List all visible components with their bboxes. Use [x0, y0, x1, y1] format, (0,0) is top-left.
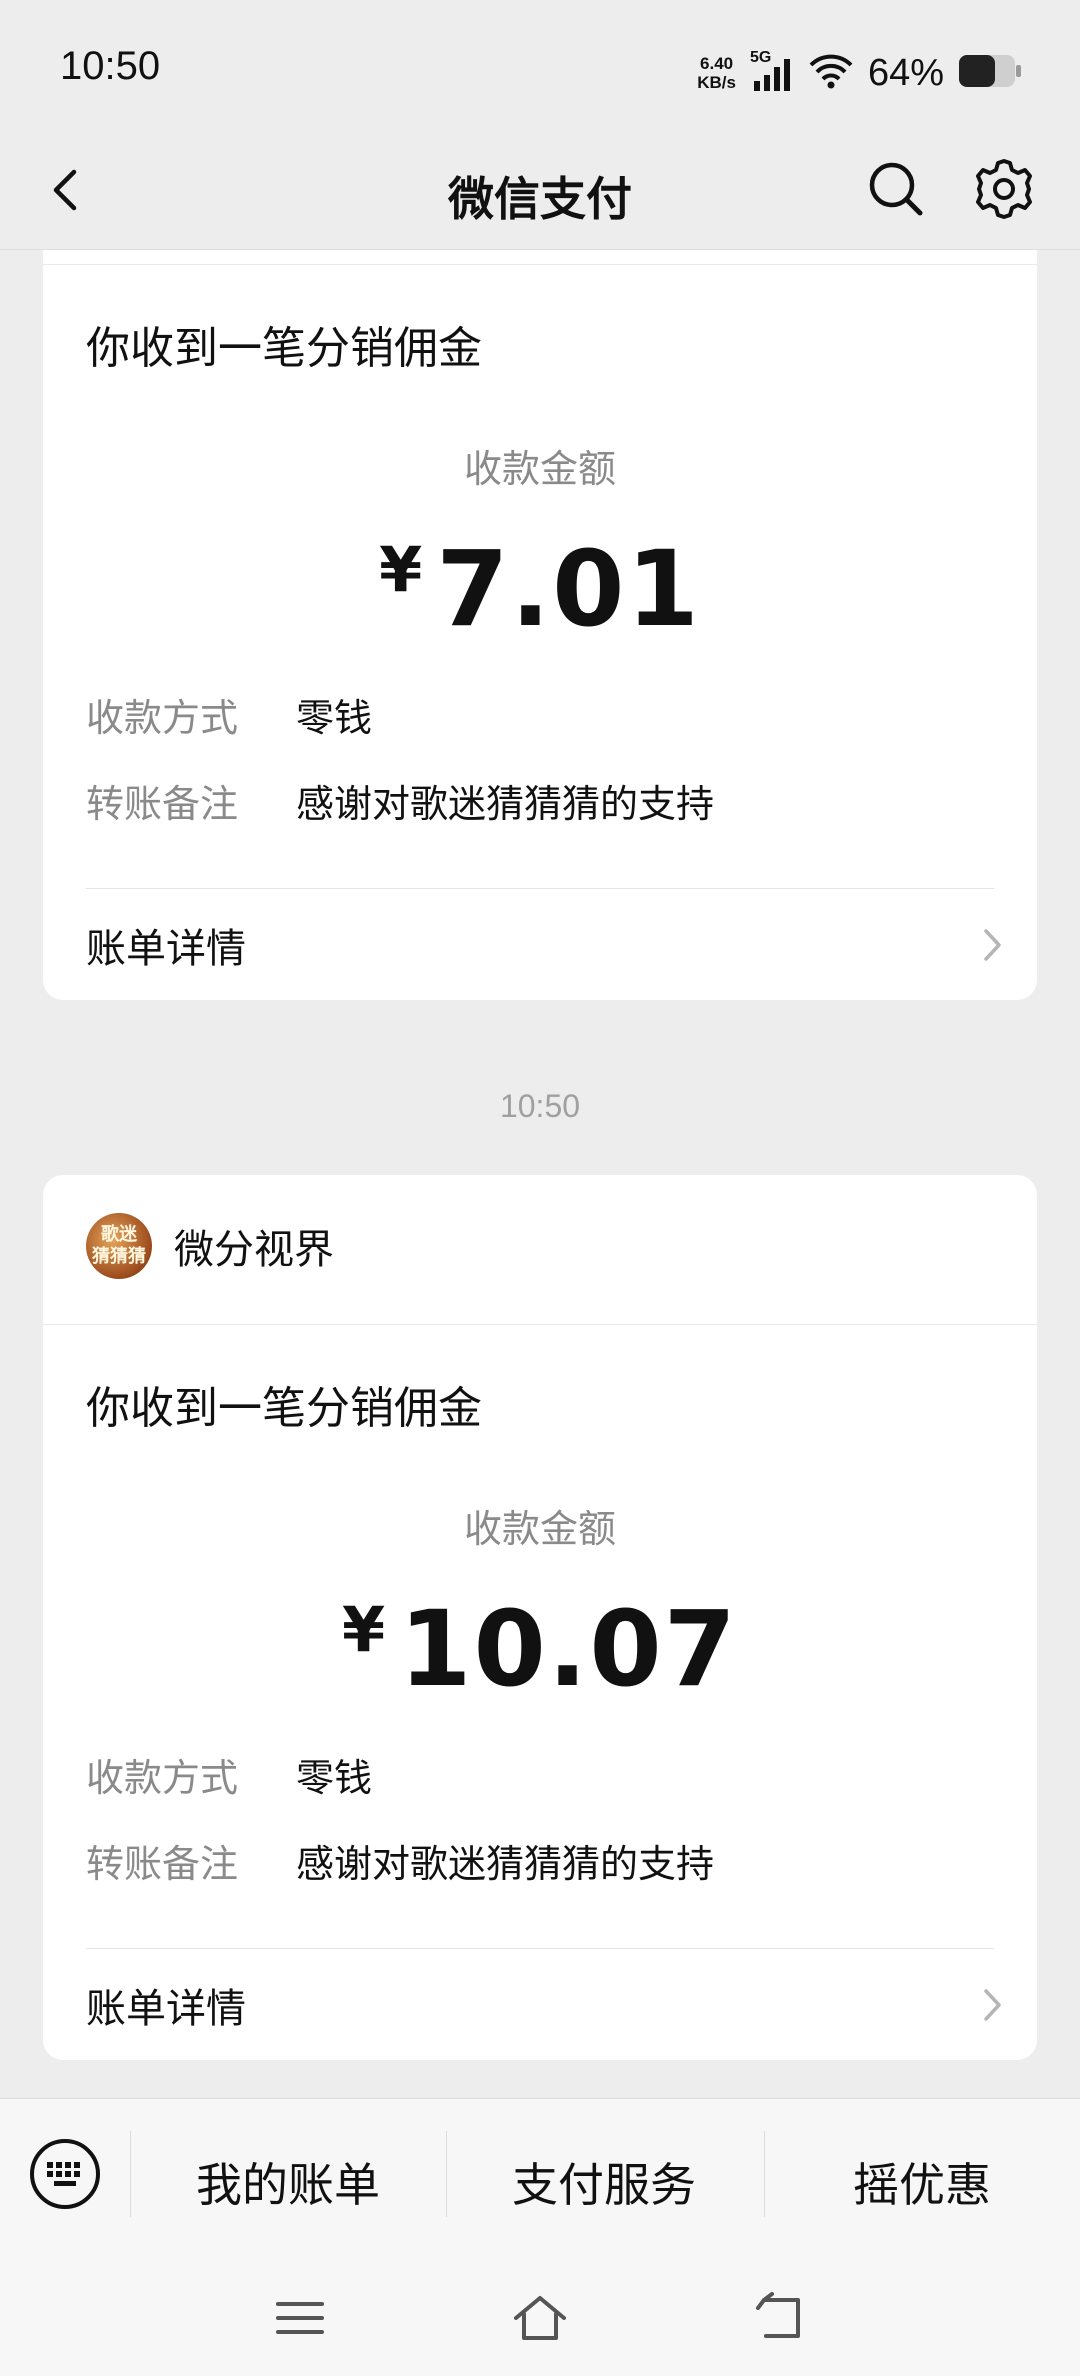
transfer-note-value: 感谢对歌迷猜猜猜的支持 — [296, 782, 715, 826]
nav-back-button[interactable] — [750, 2288, 810, 2348]
avatar: 歌迷 猜猜猜 — [86, 1213, 152, 1279]
battery-percent: 64% — [867, 51, 944, 94]
payment-notice-card: 歌迷 猜猜猜 微分视界 你收到一笔分销佣金 收款金额 ¥10.07 收款方式 零… — [43, 1175, 1037, 2060]
nav-menu-button[interactable] — [270, 2288, 330, 2348]
transfer-note-value: 感谢对歌迷猜猜猜的支持 — [296, 1842, 715, 1886]
bottom-menu-bar: 我的账单 支付服务 摇优惠 — [0, 2098, 1080, 2258]
payment-method-row: 收款方式 零钱 — [86, 1747, 372, 1802]
currency-symbol: ¥ — [379, 533, 425, 606]
avatar-label: 歌迷 猜猜猜 — [92, 1224, 146, 1267]
menu-item-payment-services[interactable]: 支付服务 — [454, 2149, 754, 2215]
payment-method-value: 零钱 — [296, 1756, 373, 1800]
merchant-header[interactable]: 歌迷 猜猜猜 微分视界 — [86, 1213, 334, 1279]
settings-button[interactable] — [970, 155, 1038, 223]
payment-notice-card: 你收到一笔分销佣金 收款金额 ¥7.01 收款方式 零钱 转账备注 感谢对歌迷猜… — [43, 250, 1037, 1000]
gear-icon — [976, 159, 1032, 219]
amount-label: 收款金额 — [463, 447, 616, 491]
amount-number: 10.07 — [399, 1588, 739, 1710]
search-button[interactable] — [864, 157, 928, 221]
bill-details-label: 账单详情 — [86, 926, 246, 972]
transfer-note-row: 转账备注 感谢对歌迷猜猜猜的支持 — [86, 1833, 714, 1888]
payment-method-label: 收款方式 — [86, 1756, 239, 1800]
transfer-note-label: 转账备注 — [86, 782, 239, 826]
card-divider — [86, 1948, 994, 1949]
payment-method-value: 零钱 — [296, 696, 373, 740]
back-arrow-icon — [756, 2292, 800, 2338]
amount-value: ¥10.07 — [43, 1588, 1037, 1710]
bill-details-label: 账单详情 — [86, 1986, 246, 2032]
nav-home-button[interactable] — [510, 2288, 570, 2348]
amount-value: ¥7.01 — [43, 528, 1037, 650]
payment-method-row: 收款方式 零钱 — [86, 687, 372, 742]
menu-divider — [764, 2131, 765, 2217]
home-icon — [514, 2296, 566, 2340]
message-timestamp: 10:50 — [499, 1088, 581, 1124]
transfer-note-label: 转账备注 — [86, 1842, 239, 1886]
card-divider — [86, 888, 994, 889]
battery-icon — [958, 53, 1022, 93]
menu-divider — [130, 2131, 131, 2217]
notice-title: 你收到一笔分销佣金 — [86, 323, 482, 374]
system-nav-bar — [0, 2258, 1080, 2376]
notice-title: 你收到一笔分销佣金 — [86, 1383, 482, 1434]
status-bar: 10:50 6.40 KB/s 5G 64% — [0, 0, 1080, 135]
menu-item-shake-deals[interactable]: 摇优惠 — [772, 2149, 1072, 2215]
keyboard-icon — [30, 2139, 100, 2209]
chevron-right-icon — [984, 929, 1001, 961]
header-bar: 微信支付 — [0, 135, 1080, 250]
amount-label: 收款金额 — [463, 1507, 616, 1551]
menu-icon — [276, 2302, 324, 2334]
bill-details-link[interactable]: 账单详情 — [86, 905, 1007, 985]
cellular-signal-icon: 5G — [750, 49, 794, 93]
chevron-right-icon — [984, 1989, 1001, 2021]
menu-divider — [446, 2131, 447, 2217]
keyboard-toggle-button[interactable] — [28, 2137, 102, 2211]
network-speed: 6.40 KB/s — [697, 54, 736, 92]
amount-number: 7.01 — [436, 528, 701, 650]
search-icon — [869, 162, 923, 216]
status-indicators: 6.40 KB/s 5G 64% — [697, 48, 1022, 98]
status-time: 10:50 — [60, 44, 161, 88]
card-divider — [43, 264, 1037, 265]
payment-method-label: 收款方式 — [86, 696, 239, 740]
wifi-icon — [808, 52, 854, 94]
bill-details-link[interactable]: 账单详情 — [86, 1965, 1007, 2045]
transfer-note-row: 转账备注 感谢对歌迷猜猜猜的支持 — [86, 773, 714, 828]
card-divider — [43, 1324, 1037, 1325]
merchant-name: 微分视界 — [174, 1227, 334, 1273]
currency-symbol: ¥ — [341, 1593, 388, 1666]
menu-item-my-bills[interactable]: 我的账单 — [138, 2149, 438, 2215]
